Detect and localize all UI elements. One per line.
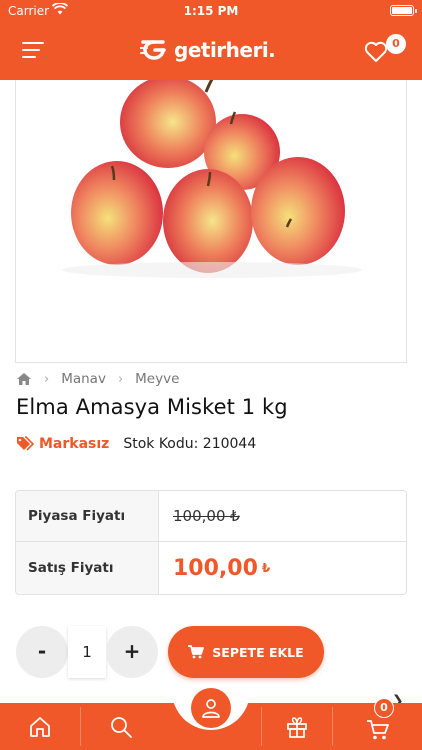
breadcrumb-item-manav[interactable]: Manav bbox=[61, 371, 106, 387]
sale-price-value: 100,00 bbox=[173, 555, 258, 581]
breadcrumb-item-meyve[interactable]: Meyve bbox=[135, 371, 179, 387]
menu-button[interactable] bbox=[22, 42, 44, 58]
user-icon bbox=[202, 699, 220, 718]
product-title: Elma Amasya Misket 1 kg bbox=[16, 395, 288, 419]
brand-row: Markasız Stok Kodu: 210044 bbox=[16, 434, 256, 454]
status-time: 1:15 PM bbox=[183, 4, 239, 18]
status-bar: Carrier 1:15 PM bbox=[0, 0, 422, 22]
stock-code: Stok Kodu: 210044 bbox=[123, 436, 257, 452]
product-image-frame[interactable] bbox=[15, 80, 407, 363]
heart-icon bbox=[364, 41, 388, 62]
sale-price-cell: 100,00 ₺ bbox=[159, 542, 406, 594]
menu-icon-line bbox=[22, 56, 36, 58]
app-header: Carrier 1:15 PM getirheri. 0 bbox=[0, 0, 422, 80]
chevron-right-icon: › bbox=[44, 371, 50, 387]
chevron-right-icon: › bbox=[117, 371, 124, 387]
increase-quantity-button[interactable]: + bbox=[106, 626, 158, 678]
market-price-label: Piyasa Fiyatı bbox=[16, 491, 159, 541]
sale-price-currency: ₺ bbox=[261, 561, 271, 575]
market-price-cell: 100,00 ₺ bbox=[159, 491, 406, 541]
price-table: Piyasa Fiyatı 100,00 ₺ Satış Fiyatı 100,… bbox=[15, 490, 407, 595]
cart-count-badge: 0 bbox=[374, 698, 394, 718]
cart-icon bbox=[188, 645, 205, 659]
nav-search-button[interactable] bbox=[81, 703, 161, 750]
logo-icon bbox=[140, 40, 166, 60]
breadcrumb: › Manav › Meyve bbox=[16, 370, 179, 388]
home-icon bbox=[30, 716, 50, 737]
search-icon bbox=[111, 716, 132, 738]
cart-icon bbox=[366, 719, 389, 739]
favorites-button[interactable]: 0 bbox=[364, 34, 408, 66]
logo-text: getirheri. bbox=[174, 38, 276, 62]
gift-icon bbox=[287, 716, 307, 738]
sale-price-label: Satış Fiyatı bbox=[16, 542, 159, 594]
nav-home-button[interactable] bbox=[0, 703, 80, 750]
tags-icon bbox=[17, 436, 34, 451]
nav-profile-button[interactable] bbox=[191, 688, 231, 728]
market-price-value: 100,00 ₺ bbox=[173, 507, 240, 525]
brand-link[interactable]: Markasız bbox=[16, 436, 109, 452]
quantity-input[interactable] bbox=[68, 626, 106, 678]
nav-gift-button[interactable] bbox=[262, 703, 332, 750]
battery-icon bbox=[390, 5, 417, 16]
brand-logo[interactable]: getirheri. bbox=[140, 36, 276, 64]
brand-name: Markasız bbox=[39, 436, 110, 452]
sale-price-row: Satış Fiyatı 100,00 ₺ bbox=[16, 542, 406, 594]
decrease-quantity-button[interactable]: - bbox=[16, 626, 68, 678]
product-image-apples bbox=[62, 80, 362, 278]
home-icon[interactable] bbox=[16, 372, 32, 386]
favorites-count-badge: 0 bbox=[386, 34, 406, 54]
market-price-row: Piyasa Fiyatı 100,00 ₺ bbox=[16, 491, 406, 542]
menu-icon-line bbox=[22, 49, 40, 51]
menu-icon-line bbox=[22, 42, 44, 44]
add-to-cart-button[interactable]: SEPETE EKLE bbox=[168, 626, 324, 678]
quantity-stepper: - + bbox=[16, 626, 158, 678]
add-to-cart-label: SEPETE EKLE bbox=[212, 644, 304, 660]
